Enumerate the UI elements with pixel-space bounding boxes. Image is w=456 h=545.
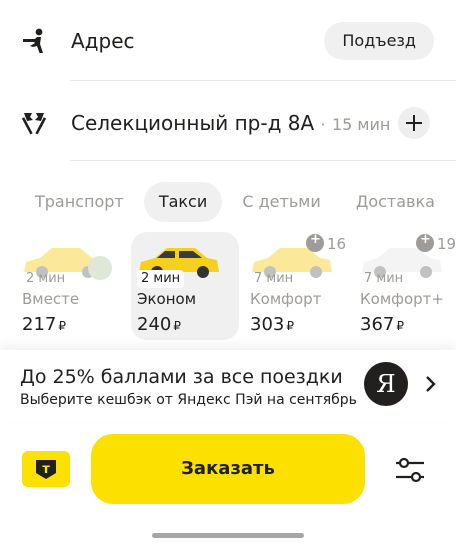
destination-text: Селекционный пр-д 8А · 15 мин bbox=[71, 111, 390, 135]
add-stop-button[interactable] bbox=[398, 107, 430, 139]
tariff-card-together[interactable]: 2 мин Вместе 217 ₽ bbox=[16, 232, 124, 340]
destination-address: Селекционный пр-д 8А bbox=[71, 111, 315, 135]
points-icon bbox=[416, 232, 434, 252]
order-sheet: Адрес Подъезд Селекционный пр-д 8А · 15 … bbox=[0, 0, 456, 545]
home-indicator bbox=[152, 533, 304, 538]
tariff-card-comfort-plus[interactable]: 19 7 мин Комфорт+ 367₽ bbox=[354, 232, 456, 340]
tariff-price: 303 ₽ bbox=[250, 314, 294, 335]
pickup-label: Адрес bbox=[71, 29, 135, 53]
order-button[interactable]: Заказать bbox=[91, 434, 365, 504]
tab-taxi[interactable]: Такси bbox=[143, 182, 223, 222]
tariff-card-economy[interactable]: 2 мин Эконом 240 ₽ bbox=[131, 232, 239, 340]
promo-subtitle: Выберите кешбэк от Яндекс Пэй на сентябр… bbox=[20, 392, 357, 408]
payment-method-button[interactable]: т bbox=[22, 451, 70, 487]
tab-delivery[interactable]: Доставка bbox=[341, 182, 450, 222]
promo-points-badge: 19 bbox=[416, 232, 456, 254]
tariff-price: 367 ₽ bbox=[360, 314, 404, 335]
tariff-name: Вместе bbox=[22, 290, 80, 308]
tab-with-kids[interactable]: С детьми bbox=[227, 182, 335, 222]
people-icon bbox=[88, 256, 112, 280]
tariff-carousel: 2 мин Вместе 217₽ 2 мин Эконом 240₽ 16 7… bbox=[0, 232, 456, 342]
tariff-name: Комфорт+ bbox=[360, 290, 444, 308]
pickup-row[interactable]: Адрес Подъезд bbox=[0, 14, 456, 70]
category-tabs: Транспорт Такси С детьми Доставка bbox=[20, 182, 450, 222]
divider bbox=[70, 80, 456, 81]
promo-points-badge: 16 bbox=[306, 232, 346, 254]
destination-row[interactable]: Селекционный пр-д 8А · 15 мин bbox=[0, 94, 456, 154]
flags-icon bbox=[21, 113, 47, 135]
entrance-button[interactable]: Подъезд bbox=[324, 22, 434, 60]
payment-card-letter: т bbox=[42, 462, 50, 477]
tab-transport[interactable]: Транспорт bbox=[20, 182, 139, 222]
divider bbox=[70, 160, 456, 161]
sliders-icon[interactable] bbox=[394, 455, 426, 485]
pickup-time: 2 мин bbox=[137, 270, 185, 288]
tariff-price: 240 ₽ bbox=[137, 314, 181, 335]
pickup-time: 7 мин bbox=[254, 271, 294, 286]
chevron-right-icon bbox=[426, 376, 436, 392]
eta-label: 15 мин bbox=[331, 115, 391, 134]
walking-person-icon bbox=[23, 28, 43, 53]
pickup-time: 2 мин bbox=[26, 271, 66, 286]
tariff-price: 217 ₽ bbox=[22, 314, 66, 335]
tariff-card-comfort[interactable]: 16 7 мин Комфорт 303₽ bbox=[244, 232, 352, 340]
eta-separator: · bbox=[320, 115, 326, 134]
promo-title: До 25% баллами за все поездки bbox=[20, 366, 343, 388]
cashback-promo-banner[interactable]: До 25% баллами за все поездки Выберите к… bbox=[0, 350, 456, 422]
points-icon bbox=[306, 232, 324, 252]
tariff-name: Эконом bbox=[137, 290, 197, 308]
pickup-time: 7 мин bbox=[364, 271, 404, 286]
tariff-name: Комфорт bbox=[250, 290, 322, 308]
yandex-logo-icon: Я bbox=[364, 362, 408, 406]
